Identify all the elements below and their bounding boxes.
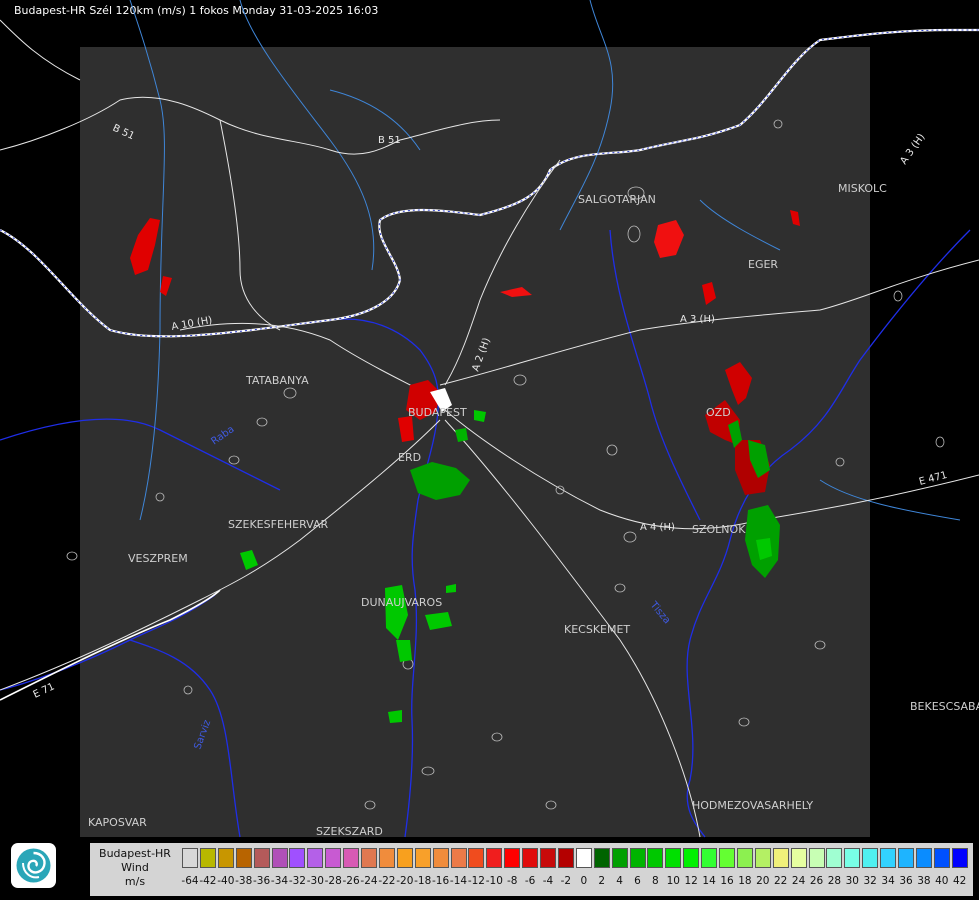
legend-swatch bbox=[665, 848, 682, 868]
legend-swatch bbox=[414, 848, 431, 868]
legend-swatch bbox=[719, 848, 735, 868]
legend-tick-label: 42 bbox=[953, 875, 967, 887]
legend-swatch bbox=[432, 848, 449, 868]
legend-swatch bbox=[450, 848, 467, 868]
legend-swatch bbox=[325, 848, 342, 868]
road-label: A 3 (H) bbox=[680, 314, 715, 325]
city-label: KAPOSVAR bbox=[88, 816, 147, 829]
legend-swatch bbox=[557, 848, 574, 868]
legend-swatch bbox=[826, 848, 843, 868]
city-label: SZEKESFEHERVAR bbox=[228, 518, 329, 531]
legend-swatch bbox=[629, 848, 646, 868]
legend-caption: Budapest-HR Wind m/s bbox=[90, 843, 180, 896]
city-label: MISKOLC bbox=[838, 182, 887, 195]
legend-swatch bbox=[790, 848, 807, 868]
legend-swatch bbox=[540, 848, 556, 868]
legend-swatch bbox=[235, 848, 252, 868]
road-label: E 71 bbox=[32, 681, 57, 700]
legend-swatch bbox=[611, 848, 628, 868]
legend-swatch bbox=[217, 848, 234, 868]
legend-swatch bbox=[898, 848, 914, 868]
legend-swatch bbox=[772, 848, 789, 868]
road-label: A 4 (H) bbox=[640, 522, 675, 533]
legend-swatch bbox=[361, 848, 377, 868]
legend-swatch bbox=[736, 848, 753, 868]
city-label: SALGOTARJAN bbox=[578, 193, 656, 206]
legend-swatch bbox=[915, 848, 932, 868]
legend-swatch bbox=[683, 848, 700, 868]
city-label: EGER bbox=[748, 258, 778, 271]
legend-swatch bbox=[486, 848, 503, 868]
color-legend: Budapest-HR Wind m/s -64 -42 -40 -38 -36 -34-… bbox=[90, 843, 973, 896]
legend-swatch bbox=[880, 848, 897, 868]
legend-swatch bbox=[468, 848, 485, 868]
legend-swatch bbox=[951, 848, 968, 868]
city-label: ERD bbox=[398, 451, 421, 464]
legend-swatch bbox=[199, 848, 216, 868]
city-label: SZOLNOK bbox=[692, 523, 746, 536]
legend-variable: Wind bbox=[121, 861, 149, 874]
city-label: KECSKEMET bbox=[564, 623, 630, 636]
legend-swatch bbox=[289, 848, 306, 868]
met-service-logo bbox=[11, 843, 56, 888]
legend-swatch bbox=[343, 848, 360, 868]
legend-swatch bbox=[593, 848, 610, 868]
legend-swatch bbox=[253, 848, 270, 868]
road-label: E 471 bbox=[918, 470, 948, 488]
legend-swatch bbox=[271, 848, 288, 868]
road-label: B 51 bbox=[378, 135, 401, 146]
legend-swatch bbox=[808, 848, 825, 868]
legend-swatch bbox=[575, 848, 592, 868]
legend-swatch bbox=[844, 848, 861, 868]
swirl-logo-icon bbox=[11, 843, 56, 888]
legend-swatch bbox=[307, 848, 324, 868]
city-label: BEKESCSABA bbox=[910, 700, 979, 713]
city-label: OZD bbox=[706, 406, 731, 419]
city-label: DUNAUJVAROS bbox=[361, 596, 442, 609]
legend-title: Budapest-HR bbox=[99, 847, 171, 860]
legend-swatch bbox=[182, 848, 198, 868]
legend-swatch bbox=[378, 848, 395, 868]
legend-swatch bbox=[396, 848, 413, 868]
road-label: A 3 (H) bbox=[898, 132, 927, 167]
legend-swatch bbox=[647, 848, 664, 868]
legend-swatch bbox=[754, 848, 771, 868]
legend-swatch bbox=[933, 848, 950, 868]
legend-swatch bbox=[701, 848, 718, 868]
radar-map: B 51 B 51 A 3 (H) A 3 (H) A 2 (H) A 4 (H… bbox=[0, 0, 979, 838]
city-label: BUDAPEST bbox=[408, 406, 467, 419]
city-label: SZEKSZARD bbox=[316, 825, 383, 838]
legend-unit: m/s bbox=[124, 875, 146, 888]
city-label: HODMEZOVASARHELY bbox=[692, 799, 813, 812]
legend-swatch bbox=[862, 848, 879, 868]
legend-swatch bbox=[504, 848, 521, 868]
legend-swatch bbox=[522, 848, 539, 868]
city-label: TATABANYA bbox=[245, 374, 309, 387]
city-label: VESZPREM bbox=[128, 552, 188, 565]
